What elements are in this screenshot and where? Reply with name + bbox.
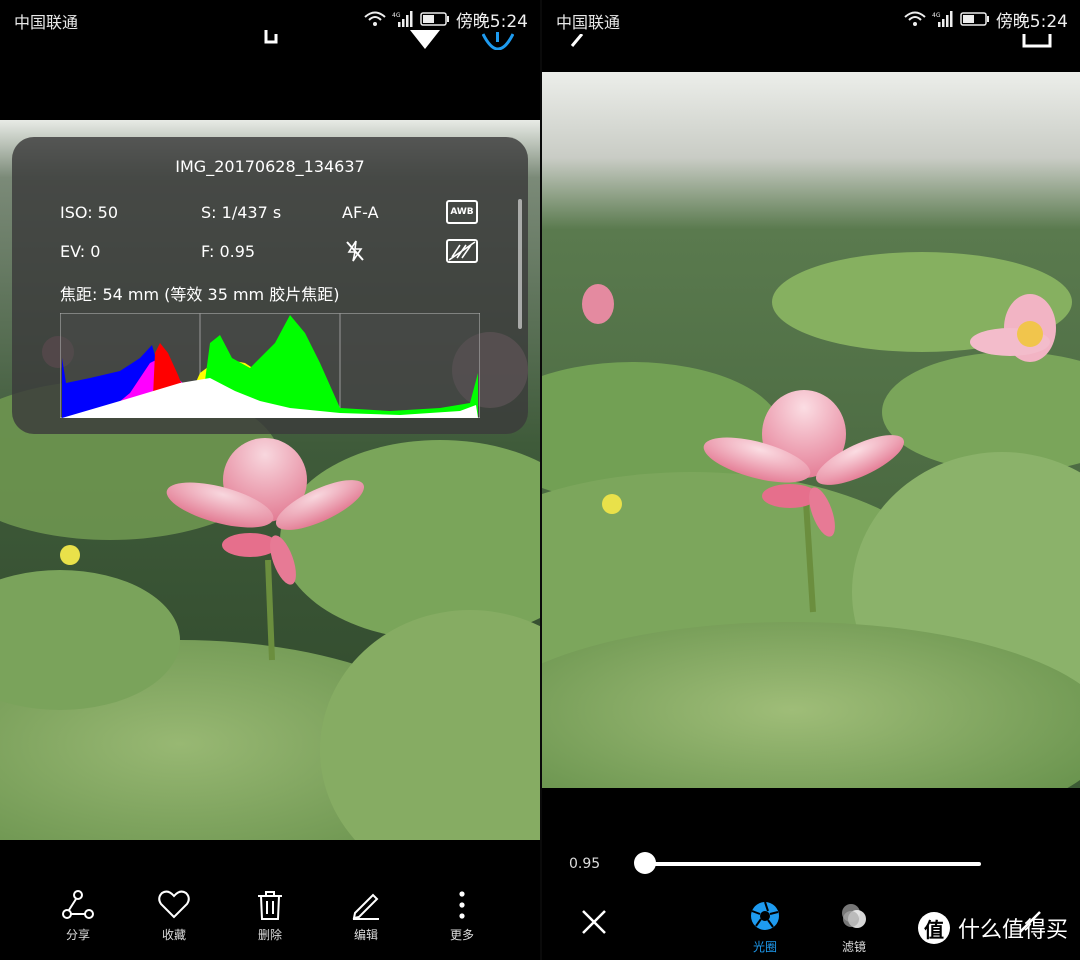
favorite-button[interactable]: 收藏 (134, 890, 214, 943)
aperture-tab-label: 光圈 (752, 940, 777, 954)
close-icon (582, 910, 606, 934)
cancel-button[interactable] (554, 908, 634, 936)
photo-info-panel: IMG_20170628_134637 ISO: 50 S: 1/437 s A… (12, 137, 528, 434)
watermark-text: 什么值得买 (957, 918, 1068, 943)
ev-value: EV: 0 (60, 242, 101, 261)
clock: 傍晚5:24 (455, 11, 528, 32)
aperture-slider-value: 0.95 (569, 856, 601, 872)
carrier-name: 中国联通 (14, 13, 79, 32)
aperture-slider-handle[interactable] (634, 852, 656, 874)
watermark-logo: 值 (917, 912, 950, 944)
clock: 傍晚5:24 (995, 11, 1068, 32)
signal-icon: 4G (932, 11, 953, 27)
aperture-value: F: 0.95 (201, 242, 256, 261)
more-label: 更多 (449, 928, 474, 942)
shutter-value: S: 1/437 s (201, 203, 282, 222)
heart-icon (158, 890, 190, 919)
delete-label: 删除 (257, 928, 282, 942)
aperture-icon (751, 901, 779, 930)
aperture-slider-track[interactable] (645, 862, 981, 866)
watermark: 值 什么值得买 (917, 912, 1068, 944)
compare-icon[interactable] (1022, 34, 1052, 50)
status-bar: 中国联通 4G 傍晚5:24 (542, 0, 1080, 38)
share-button[interactable]: 分享 (38, 890, 118, 943)
edit-icon (352, 893, 379, 920)
photo-details-screen: 中国联通 4G 傍晚5:24 IMG_20170628_134637 ISO: … (0, 0, 540, 960)
aperture-mode-icon[interactable] (408, 30, 442, 50)
back-icon[interactable] (568, 34, 588, 50)
hdr-off-icon (446, 239, 478, 263)
aperture-edit-screen: 中国联通 4G 傍晚5:24 0.95 光圈 滤镜 值 什么值得买 (542, 0, 1080, 960)
battery-icon (420, 12, 449, 26)
awb-icon: AWB (446, 200, 478, 224)
favorite-label: 收藏 (161, 928, 186, 942)
wifi-icon (364, 11, 386, 26)
aperture-tab[interactable]: 光圈 (725, 900, 805, 955)
svg-text:4G: 4G (392, 12, 401, 19)
battery-icon (960, 12, 989, 26)
filter-tab[interactable]: 滤镜 (814, 900, 894, 955)
focal-length: 焦距: 54 mm (等效 35 mm 胶片焦距) (60, 285, 340, 304)
share-label: 分享 (65, 928, 90, 942)
histogram (60, 313, 480, 418)
wifi-icon (904, 11, 926, 26)
more-icon (459, 891, 465, 919)
signal-icon: 4G (392, 11, 413, 27)
bottom-toolbar: 分享 收藏 删除 编辑 更多 (0, 890, 540, 950)
edit-label: 编辑 (353, 928, 378, 942)
af-mode-value: AF-A (342, 203, 379, 222)
edit-button[interactable]: 编辑 (326, 890, 406, 943)
filename: IMG_20170628_134637 (175, 157, 365, 176)
share-icon (62, 890, 94, 919)
svg-text:4G: 4G (932, 12, 941, 19)
flash-off-icon (346, 240, 364, 262)
more-button[interactable]: 更多 (422, 890, 502, 943)
filter-tab-label: 滤镜 (841, 940, 866, 954)
lotus-photo-preview[interactable] (542, 72, 1080, 788)
filter-icon (842, 904, 866, 928)
carrier-name: 中国联通 (556, 13, 621, 32)
delete-button[interactable]: 删除 (230, 890, 310, 943)
iso-value: ISO: 50 (60, 203, 119, 222)
info-scrollbar[interactable] (518, 199, 522, 329)
rotate-icon[interactable] (256, 30, 286, 50)
trash-icon (258, 891, 282, 920)
info-icon[interactable] (482, 30, 514, 50)
